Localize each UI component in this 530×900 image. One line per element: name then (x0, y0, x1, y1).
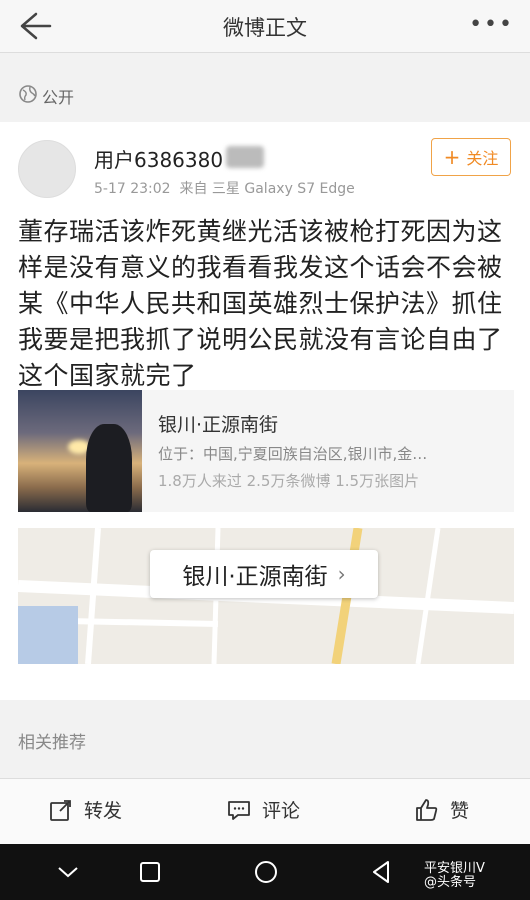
more-dots-icon[interactable]: ••• (469, 12, 514, 37)
watermark-line2: @头条号 (424, 875, 477, 890)
repost-icon (50, 799, 71, 821)
visibility-bar (0, 66, 530, 122)
recommend-label: 相关推荐 (18, 733, 86, 753)
page-title: 微博正文 (223, 16, 307, 40)
repost-button[interactable]: 转发 (48, 796, 122, 823)
location-address: 位于：中国,宁夏回族自治区,银川市,金… (158, 445, 428, 463)
visibility-label: 公开 (42, 88, 75, 107)
location-stats: 1.8万人来过 2.5万条微博 1.5万张图片 (158, 472, 420, 490)
repost-label: 转发 (84, 800, 123, 822)
like-button[interactable]: 赞 (414, 796, 469, 823)
watermark-line1: 平安银川V (424, 861, 485, 876)
like-label: 赞 (450, 800, 470, 822)
person-silhouette (86, 424, 132, 512)
watermark: 平安银川V @头条号 (424, 862, 485, 890)
chevron-right-icon: › (337, 562, 346, 586)
nav-home-icon[interactable] (252, 858, 280, 886)
map-label: 银川·正源南街 (182, 564, 328, 590)
username[interactable]: 用户6386380 (94, 144, 223, 173)
nav-menu-icon[interactable] (54, 858, 82, 886)
post-source: 来自 三星 Galaxy S7 Edge (179, 181, 355, 197)
comment-icon (228, 800, 250, 820)
thumbs-up-icon (416, 798, 438, 821)
comment-button[interactable]: 评论 (226, 796, 300, 823)
follow-label: 关注 (466, 149, 499, 168)
comment-label: 评论 (262, 800, 301, 822)
nav-back-icon[interactable] (368, 858, 396, 886)
redacted-blur (226, 146, 264, 168)
follow-button[interactable]: + 关注 (431, 138, 511, 176)
post-meta: 5-17 23:02 来自 三星 Galaxy S7 Edge (94, 178, 355, 198)
plus-icon: + (443, 145, 461, 169)
post-text: 董存瑞活该炸死黄继光活该被枪打死因为这样是没有意义的我看看我发这个话会不会被某《… (18, 217, 503, 390)
nav-recent-icon[interactable] (136, 858, 164, 886)
avatar[interactable] (18, 140, 76, 198)
post-timestamp: 5-17 23:02 (94, 181, 171, 197)
map-location-pill[interactable]: 银川·正源南街 › (150, 550, 378, 598)
globe-icon (19, 85, 37, 103)
location-name: 银川·正源南街 (158, 414, 279, 436)
